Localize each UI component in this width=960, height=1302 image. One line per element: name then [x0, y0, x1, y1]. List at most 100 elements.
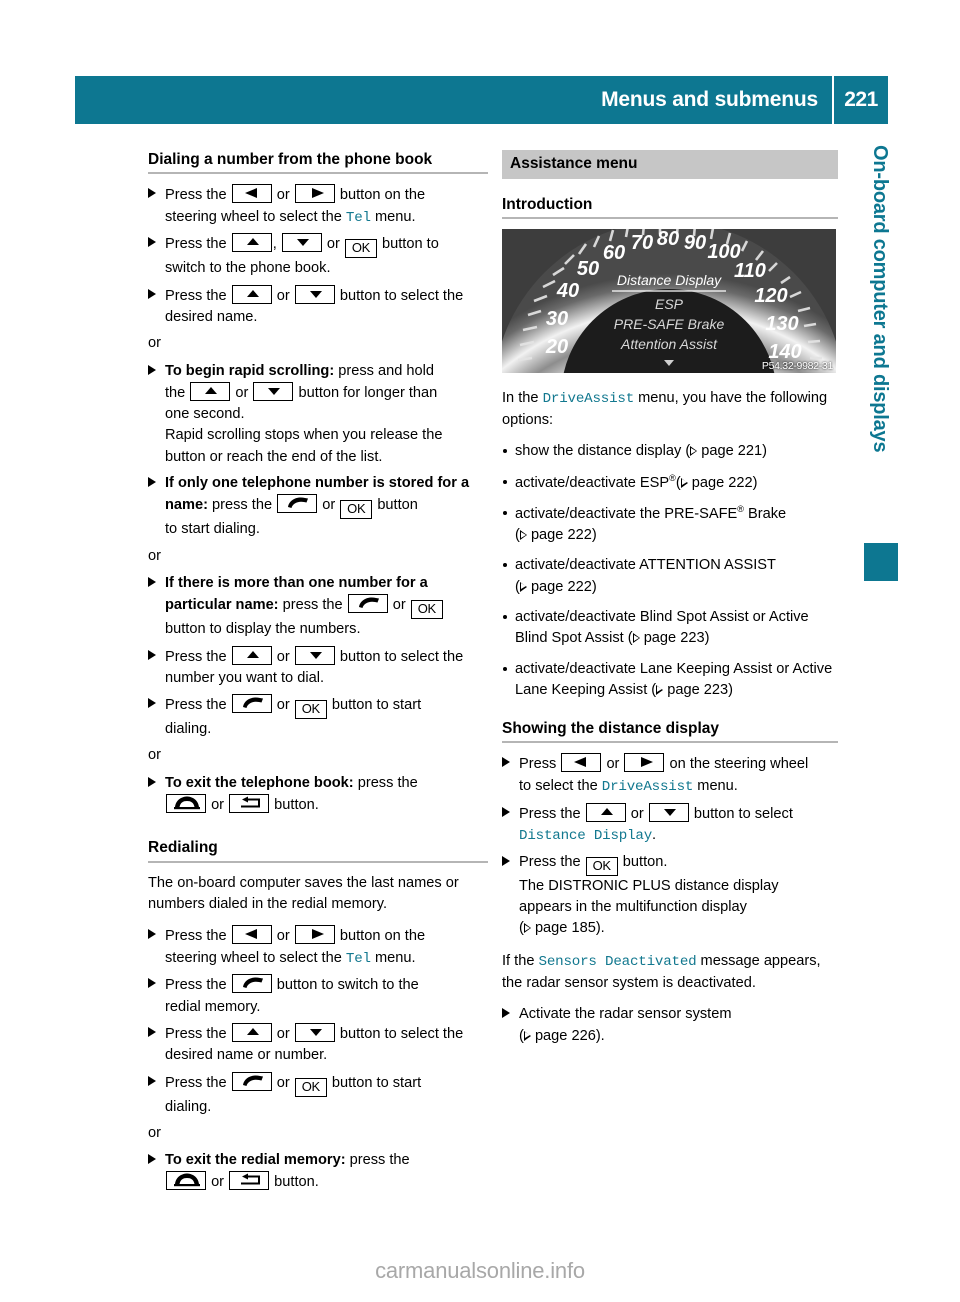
- step-text: ).: [595, 920, 605, 937]
- step-text: press the: [349, 1152, 410, 1169]
- step-item: Press the or OK button to start dialing.: [148, 694, 488, 740]
- step-item: Press the button to switch to the redial…: [148, 974, 488, 1018]
- step-bullet-triangle-icon: [148, 576, 156, 587]
- step-item: Press the , or OK button to switch to th…: [148, 233, 488, 279]
- phone-pickup-key-icon: [231, 974, 272, 994]
- left-column: Dialing a number from the phone book Pre…: [148, 150, 488, 1199]
- step-text: Press the: [165, 1074, 227, 1091]
- menu-name-driveassist: DriveAssist: [542, 391, 635, 408]
- step-text: redial memory.: [165, 998, 261, 1015]
- step-text: dialing.: [165, 1098, 212, 1115]
- step-item: Press the or button to select the desire…: [148, 1022, 488, 1067]
- step-text: or: [276, 1074, 290, 1091]
- step-text: or: [630, 805, 644, 822]
- step-item: If only one telephone number is stored f…: [148, 473, 488, 541]
- phone-pickup-key-icon: [347, 594, 388, 614]
- step-text: Press the: [165, 1025, 227, 1042]
- sensors-deactivated-paragraph: If the Sensors Deactivated message appea…: [502, 951, 838, 994]
- step-bullet-triangle-icon: [148, 776, 156, 787]
- page-reference: page 222: [530, 527, 592, 544]
- or-separator: or: [148, 1124, 161, 1141]
- step-text: button or reach the end of the list.: [165, 448, 383, 465]
- down-arrow-key-icon: [294, 645, 335, 665]
- step-bullet-triangle-icon: [148, 929, 156, 940]
- up-arrow-key-icon: [231, 233, 272, 253]
- step-text: menu.: [374, 208, 416, 225]
- list-item: activate/deactivate ESP®( page 222): [502, 472, 838, 494]
- svg-text:Attention Assist: Attention Assist: [620, 336, 718, 352]
- chapter-side-tab-marker: [864, 543, 898, 581]
- step-text: or: [235, 384, 249, 401]
- step-item: Press the or button to select the desire…: [148, 284, 488, 329]
- step-text: Press the: [165, 236, 227, 253]
- step-text: switch to the phone book.: [165, 260, 331, 277]
- ok-key-icon: OK: [294, 1077, 327, 1097]
- svg-text:80: 80: [657, 229, 679, 250]
- step-bullet-triangle-icon: [148, 237, 156, 248]
- phone-pickup-key-icon: [231, 1071, 272, 1091]
- ok-key-icon: OK: [344, 239, 377, 259]
- page-ref-arrow-icon: [519, 581, 527, 592]
- svg-text:20: 20: [545, 336, 568, 358]
- page-ref-arrow-icon: [690, 446, 698, 457]
- up-arrow-key-icon: [190, 381, 231, 401]
- step-bullet-triangle-icon: [502, 855, 510, 866]
- phone-pickup-key-icon: [231, 694, 272, 714]
- or-separator: or: [148, 547, 161, 564]
- step-bullet-triangle-icon: [148, 978, 156, 989]
- heading-rule: [502, 217, 838, 220]
- step-text: Press the: [165, 648, 227, 665]
- bullet-dot-icon: [503, 449, 507, 454]
- up-arrow-key-icon: [231, 284, 272, 304]
- step-text: Press the: [165, 928, 227, 945]
- step-item: Press the or button on the steering whee…: [148, 184, 488, 228]
- step-text: button to select the: [339, 648, 464, 665]
- menu-name-tel: Tel: [345, 950, 371, 967]
- step-text: to select the: [519, 777, 598, 794]
- step-text: or: [276, 697, 290, 714]
- step-text: one second.: [165, 406, 245, 423]
- step-text: or: [276, 1025, 290, 1042]
- step-item: To exit the telephone book: press the or…: [148, 773, 488, 817]
- step-bullet-triangle-icon: [502, 757, 510, 768]
- step-bullet-triangle-icon: [148, 1026, 156, 1037]
- step-text: or: [211, 1174, 225, 1191]
- step-text: Press the: [165, 977, 227, 994]
- list-item: activate/deactivate the PRE-SAFE® Brake …: [502, 503, 838, 546]
- step-bullet-triangle-icon: [148, 364, 156, 375]
- list-item: activate/deactivate Blind Spot Assist or…: [502, 607, 838, 650]
- step-text: Press the: [165, 187, 227, 204]
- or-separator: or: [148, 335, 161, 352]
- speedometer-illustration: 20 30 40 50 60 70 80 90 100 110 120 130 …: [502, 229, 836, 374]
- option-text: ): [762, 443, 768, 460]
- page-reference: page 185: [534, 920, 596, 937]
- step-text: or: [276, 187, 290, 204]
- menu-name-tel: Tel: [345, 209, 371, 226]
- right-arrow-key-icon: [624, 753, 665, 773]
- step-item: Press the or button to select Distance D…: [502, 802, 838, 847]
- step-text: or: [322, 497, 336, 514]
- option-text: show the distance display (: [515, 443, 691, 460]
- step-text: press and hold: [338, 362, 434, 379]
- list-item: show the distance display ( page 221): [502, 441, 838, 462]
- step-text: press the: [212, 497, 273, 514]
- page-reference: page 222: [691, 474, 753, 491]
- heading-rule: [148, 860, 488, 863]
- registered-mark: ®: [737, 503, 744, 514]
- svg-text:Distance Display: Distance Display: [617, 272, 722, 288]
- or-separator: or: [148, 747, 161, 764]
- right-arrow-key-icon: [294, 925, 335, 945]
- option-text: ): [591, 578, 597, 595]
- phone-hangup-key-icon: [166, 1171, 206, 1191]
- ok-key-icon: OK: [585, 856, 618, 876]
- heading-showing-distance-display: Showing the distance display: [502, 720, 720, 738]
- bullet-dot-icon: [503, 510, 507, 515]
- bullet-dot-icon: [503, 563, 507, 568]
- step-text: dialing.: [165, 721, 212, 738]
- step-item: Press or on the steering wheel to select…: [502, 753, 838, 797]
- down-arrow-key-icon: [294, 1022, 335, 1042]
- page-ref-arrow-icon: [680, 477, 688, 488]
- step-bullet-triangle-icon: [148, 477, 156, 488]
- step-item: Activate the radar sensor system ( page …: [502, 1004, 838, 1047]
- back-arrow-key-icon: [229, 1171, 270, 1191]
